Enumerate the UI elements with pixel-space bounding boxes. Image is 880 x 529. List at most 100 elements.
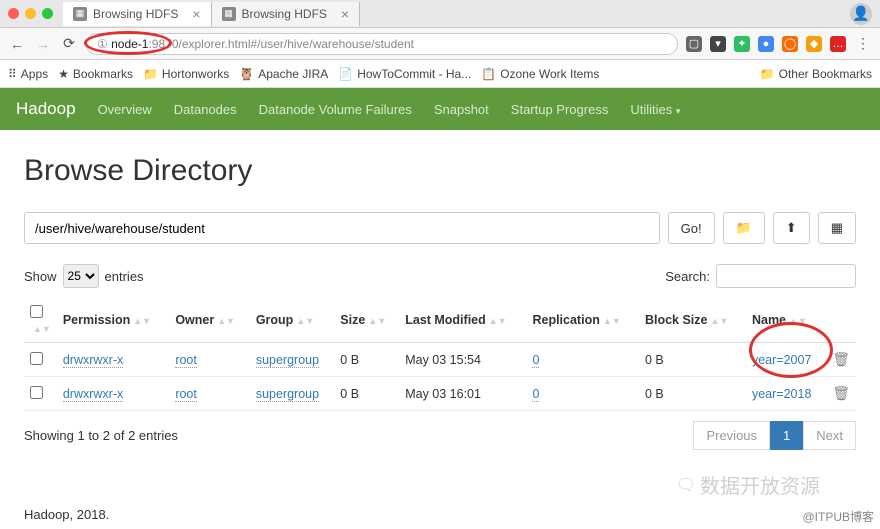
group-link[interactable]: supergroup	[256, 387, 319, 402]
tab-0[interactable]: ▦ Browsing HDFS ×	[63, 2, 212, 26]
forward-button[interactable]: →	[34, 35, 52, 53]
upload-button[interactable]: ⬆	[773, 212, 810, 244]
bookmark-item[interactable]: 📋 Ozone Work Items	[481, 67, 599, 81]
page-favicon: ▦	[73, 7, 87, 21]
pagination: Previous 1 Next	[693, 421, 856, 450]
tab-title: Browsing HDFS	[242, 7, 327, 21]
permission-link[interactable]: drwxrwxr-x	[63, 353, 123, 368]
other-bookmarks[interactable]: 📁 Other Bookmarks	[760, 67, 872, 81]
brand[interactable]: Hadoop	[16, 99, 76, 119]
apps-button[interactable]: ⠿ Apps	[8, 67, 48, 81]
nav-datanodes[interactable]: Datanodes	[174, 102, 237, 117]
replication-link[interactable]: 0	[532, 353, 539, 368]
path-input[interactable]	[24, 212, 660, 244]
chevron-down-icon: ▾	[676, 106, 681, 116]
url-host: node-1	[111, 37, 148, 51]
name-link[interactable]: year=2007	[752, 353, 811, 367]
address-bar: ← → ⟳ ① node-1:9870/explorer.html#/user/…	[0, 28, 880, 60]
replication-link[interactable]: 0	[532, 387, 539, 402]
profile-icon[interactable]: 👤	[850, 3, 872, 25]
ext-icon[interactable]: ◆	[806, 36, 822, 52]
col-size[interactable]: Size	[340, 313, 365, 327]
sort-icon[interactable]: ▲▼	[603, 318, 621, 324]
back-button[interactable]: ←	[8, 35, 26, 53]
modified-cell: May 03 16:01	[399, 377, 526, 411]
watermark: 🗨数据开放资源	[676, 470, 820, 499]
row-checkbox[interactable]	[30, 386, 43, 399]
minimize-window-icon[interactable]	[25, 8, 36, 19]
tab-title: Browsing HDFS	[93, 7, 178, 21]
prev-button[interactable]: Previous	[693, 421, 770, 450]
ext-icon[interactable]: ●	[758, 36, 774, 52]
search-input[interactable]	[716, 264, 856, 288]
nav-startup-progress[interactable]: Startup Progress	[511, 102, 609, 117]
menu-icon[interactable]: ⋮	[854, 35, 872, 53]
nav-snapshot[interactable]: Snapshot	[434, 102, 489, 117]
size-cell: 0 B	[334, 343, 399, 377]
traffic-lights	[8, 8, 53, 19]
page-favicon: ▦	[222, 7, 236, 21]
reload-button[interactable]: ⟳	[60, 35, 78, 53]
col-permission[interactable]: Permission	[63, 313, 130, 327]
tab-1[interactable]: ▦ Browsing HDFS ×	[212, 2, 361, 26]
col-name[interactable]: Name	[752, 313, 786, 327]
show-label: Show	[24, 269, 57, 284]
maximize-window-icon[interactable]	[42, 8, 53, 19]
bookmark-item[interactable]: 📁 Hortonworks	[143, 67, 229, 81]
close-tab-icon[interactable]: ×	[192, 6, 200, 22]
new-dir-button[interactable]: ▦	[818, 212, 856, 244]
entries-label: entries	[105, 269, 144, 284]
delete-icon[interactable]: 🗑	[832, 385, 850, 401]
nav-overview[interactable]: Overview	[98, 102, 152, 117]
file-table: ▲▼ Permission▲▼ Owner▲▼ Group▲▼ Size▲▼ L…	[24, 298, 856, 411]
row-checkbox[interactable]	[30, 352, 43, 365]
cast-icon[interactable]: ▢	[686, 36, 702, 52]
col-group[interactable]: Group	[256, 313, 294, 327]
entries-select[interactable]: 25	[63, 264, 99, 288]
page-1-button[interactable]: 1	[770, 421, 803, 450]
next-button[interactable]: Next	[803, 421, 856, 450]
nav-utilities[interactable]: Utilities ▾	[630, 102, 680, 117]
select-all-checkbox[interactable]	[30, 305, 43, 318]
col-blocksize[interactable]: Block Size	[645, 313, 708, 327]
owner-link[interactable]: root	[175, 387, 197, 402]
sort-icon[interactable]: ▲▼	[296, 318, 314, 324]
modified-cell: May 03 15:54	[399, 343, 526, 377]
nav-volume-failures[interactable]: Datanode Volume Failures	[259, 102, 412, 117]
go-button[interactable]: Go!	[668, 212, 715, 244]
url-field[interactable]: ① node-1:9870/explorer.html#/user/hive/w…	[86, 33, 678, 55]
sort-icon[interactable]: ▲▼	[489, 318, 507, 324]
sort-icon[interactable]: ▲▼	[33, 326, 51, 332]
sort-icon[interactable]: ▲▼	[710, 318, 728, 324]
bookmark-item[interactable]: 📄 HowToCommit - Ha...	[338, 67, 471, 81]
sort-icon[interactable]: ▲▼	[217, 318, 235, 324]
delete-icon[interactable]: 🗑	[832, 351, 850, 367]
lastpass-icon[interactable]: …	[830, 36, 846, 52]
url-path: /explorer.html#/user/hive/warehouse/stud…	[179, 37, 414, 51]
group-link[interactable]: supergroup	[256, 353, 319, 368]
hadoop-navbar: Hadoop Overview Datanodes Datanode Volum…	[0, 88, 880, 130]
folder-icon: 📁	[736, 220, 752, 236]
col-owner[interactable]: Owner	[175, 313, 214, 327]
showing-info: Showing 1 to 2 of 2 entries	[24, 428, 178, 443]
col-modified[interactable]: Last Modified	[405, 313, 486, 327]
pocket-icon[interactable]: ▾	[710, 36, 726, 52]
blocksize-cell: 0 B	[639, 377, 746, 411]
bookmarks-bar: ⠿ Apps ★ Bookmarks 📁 Hortonworks 🦉 Apach…	[0, 60, 880, 88]
url-port: :9870	[148, 37, 178, 51]
owner-link[interactable]: root	[175, 353, 197, 368]
bookmark-item[interactable]: 🦉 Apache JIRA	[239, 67, 328, 81]
sort-icon[interactable]: ▲▼	[133, 318, 151, 324]
sort-icon[interactable]: ▲▼	[368, 318, 386, 324]
size-cell: 0 B	[334, 377, 399, 411]
bookmark-item[interactable]: ★ Bookmarks	[58, 67, 133, 81]
parent-dir-button[interactable]: 📁	[723, 212, 765, 244]
close-window-icon[interactable]	[8, 8, 19, 19]
name-link[interactable]: year=2018	[752, 387, 811, 401]
ext-icon[interactable]: ◯	[782, 36, 798, 52]
permission-link[interactable]: drwxrwxr-x	[63, 387, 123, 402]
col-replication[interactable]: Replication	[532, 313, 599, 327]
evernote-icon[interactable]: ✦	[734, 36, 750, 52]
sort-icon[interactable]: ▲▼	[789, 318, 807, 324]
close-tab-icon[interactable]: ×	[341, 6, 349, 22]
